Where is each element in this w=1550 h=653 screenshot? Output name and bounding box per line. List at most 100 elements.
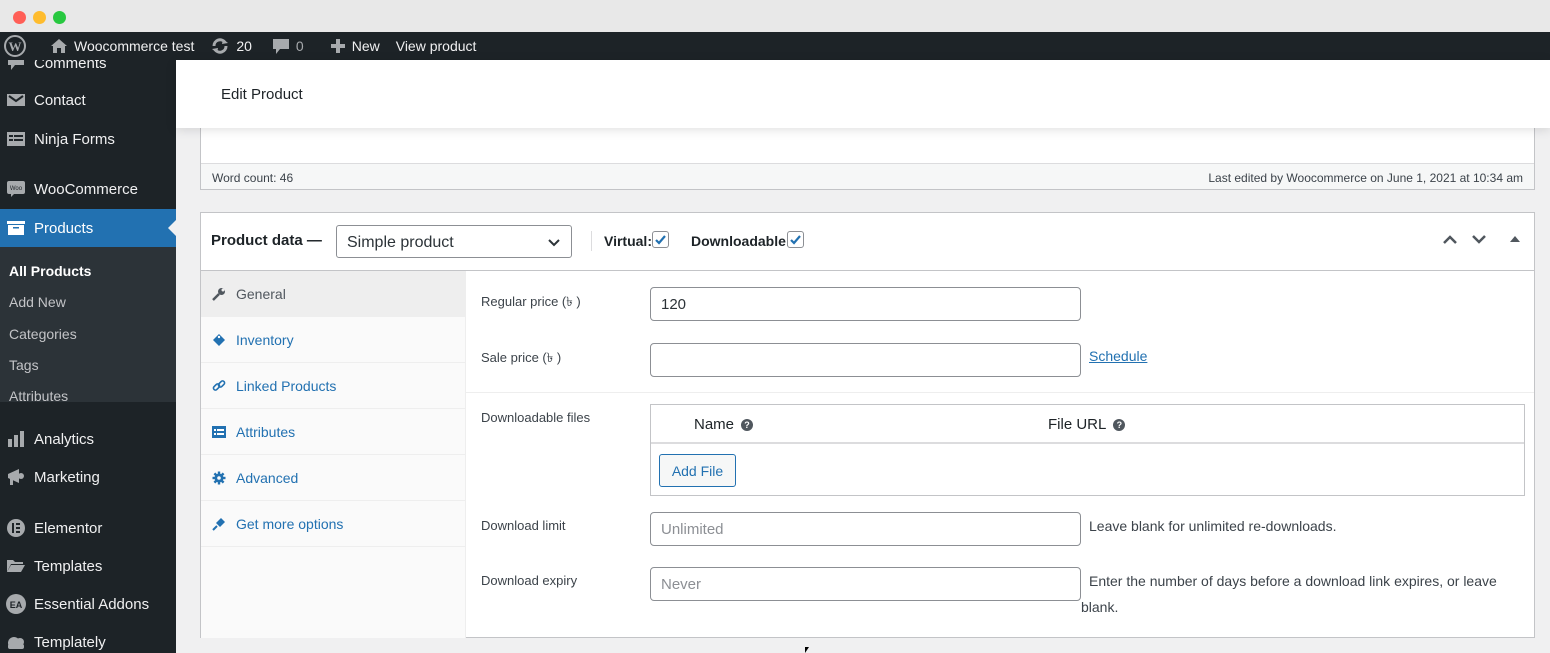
home-icon	[50, 38, 68, 54]
comments-count: 0	[295, 38, 304, 54]
sale-price-label: Sale price (৳ )	[481, 350, 562, 365]
sidebar-item-label: Ninja Forms	[34, 130, 115, 148]
tab-linked-products[interactable]: Linked Products	[201, 363, 466, 409]
sidebar-item-contact[interactable]: Contact	[0, 81, 176, 119]
plugin-icon	[202, 517, 236, 531]
sale-price-input[interactable]	[650, 343, 1081, 377]
megaphone-icon	[0, 468, 34, 486]
triangle-up-icon	[1510, 236, 1520, 242]
window-titlebar	[0, 0, 1550, 32]
schedule-link[interactable]: Schedule	[1089, 348, 1147, 364]
product-data-tabs: General Inventory Linked Products Attrib…	[201, 271, 466, 638]
forms-icon	[0, 131, 34, 147]
checkmark-icon	[655, 235, 666, 245]
sidebar-item-templately[interactable]: Templately	[0, 623, 176, 653]
section-divider	[466, 392, 1534, 393]
submenu-add-new[interactable]: Add New	[9, 294, 66, 310]
sidebar-item-label: Elementor	[34, 519, 103, 537]
submenu-attributes[interactable]: Attributes	[9, 388, 68, 404]
last-edited: Last edited by Woocommerce on June 1, 20…	[1208, 171, 1523, 185]
sidebar-item-ninja-forms[interactable]: Ninja Forms	[0, 120, 176, 158]
mouse-cursor-icon	[805, 647, 809, 653]
sidebar-item-label: Templates	[34, 557, 103, 575]
tab-get-more-options[interactable]: Get more options	[201, 501, 466, 547]
sidebar-item-analytics[interactable]: Analytics	[0, 420, 176, 458]
download-limit-input[interactable]	[650, 512, 1081, 546]
submenu-tags[interactable]: Tags	[9, 357, 39, 373]
woo-icon: Woo	[0, 180, 34, 198]
tab-general[interactable]: General	[201, 271, 466, 317]
sidebar-item-label: Analytics	[34, 430, 95, 448]
download-expiry-input[interactable]	[650, 567, 1081, 601]
window-close-button[interactable]	[13, 11, 26, 24]
virtual-label: Virtual:	[604, 233, 652, 249]
list-icon	[202, 425, 236, 438]
products-submenu: All Products Add New Categories Tags Att…	[0, 247, 176, 404]
sidebar-item-marketing[interactable]: Marketing	[0, 458, 176, 496]
editor-status-bar: Word count: 46 Last edited by Woocommerc…	[201, 163, 1534, 189]
window-minimize-button[interactable]	[33, 11, 46, 24]
window-maximize-button[interactable]	[53, 11, 66, 24]
sidebar-item-label: Contact	[34, 91, 86, 109]
tab-attributes[interactable]: Attributes	[201, 409, 466, 455]
updates-count: 20	[236, 38, 252, 54]
downloadable-files-table: Name ? File URL ? Add File	[650, 404, 1525, 496]
help-icon[interactable]: ?	[1113, 418, 1126, 431]
sidebar-item-elementor[interactable]: Elementor	[0, 509, 176, 547]
wordpress-logo-icon: W	[4, 35, 26, 57]
move-down-button[interactable]	[1471, 233, 1487, 245]
submenu-all-products[interactable]: All Products	[9, 263, 91, 279]
sidebar-item-label: Products	[34, 219, 94, 237]
download-expiry-description: Enter the number of days before a downlo…	[1081, 573, 1497, 615]
folder-icon	[0, 558, 34, 574]
admin-sidebar: Comments Contact Ninja Forms Woo WooComm…	[0, 60, 176, 653]
new-label: New	[351, 38, 380, 54]
download-expiry-label: Download expiry	[481, 573, 578, 588]
sidebar-item-essential-addons[interactable]: EA Essential Addons	[0, 585, 176, 623]
downloadable-checkbox[interactable]	[787, 231, 804, 248]
submenu-categories[interactable]: Categories	[9, 326, 77, 342]
product-type-value: Simple product	[347, 234, 454, 251]
chevron-up-icon	[1443, 235, 1457, 244]
svg-text:EA: EA	[10, 600, 23, 610]
general-panel: Regular price (৳ ) Sale price (৳ ) Sched…	[466, 271, 1534, 638]
link-icon	[202, 379, 236, 393]
add-file-button[interactable]: Add File	[659, 454, 736, 487]
tab-inventory[interactable]: Inventory	[201, 317, 466, 363]
sidebar-item-comments[interactable]: Comments	[0, 60, 176, 82]
tab-advanced[interactable]: Advanced	[201, 455, 466, 501]
product-type-select[interactable]: Simple product	[336, 225, 572, 258]
tab-label: Advanced	[236, 469, 299, 486]
tab-label: Get more options	[236, 515, 344, 532]
column-file-url-label: File URL	[1048, 416, 1107, 433]
page-header: Edit Product	[176, 60, 1550, 128]
sidebar-item-label: Templately	[34, 633, 106, 651]
chevron-down-icon	[1472, 235, 1486, 244]
wordpress-logo-button[interactable]: W	[0, 32, 40, 60]
content-editor: Word count: 46 Last edited by Woocommerc…	[200, 128, 1535, 190]
virtual-checkbox[interactable]	[652, 231, 669, 248]
sidebar-item-products[interactable]: Products	[0, 209, 176, 247]
toggle-panel-button[interactable]	[1509, 233, 1521, 243]
plus-icon	[330, 38, 346, 54]
updates-link[interactable]: 20	[202, 32, 260, 60]
sidebar-item-templates[interactable]: Templates	[0, 547, 176, 585]
tab-label: Attributes	[236, 423, 296, 440]
product-data-metabox: Product data — Simple product Virtual: D…	[200, 212, 1535, 638]
archive-icon	[0, 220, 34, 236]
svg-text:W: W	[9, 39, 22, 54]
comments-link[interactable]: 0	[260, 32, 312, 60]
comment-bubble-icon	[272, 37, 290, 55]
site-name-link[interactable]: Woocommerce test	[40, 32, 202, 60]
sidebar-item-label: Comments	[34, 60, 107, 72]
regular-price-input[interactable]	[650, 287, 1081, 321]
new-content-link[interactable]: New	[312, 32, 388, 60]
sidebar-item-woocommerce[interactable]: Woo WooCommerce	[0, 170, 176, 208]
move-up-button[interactable]	[1442, 233, 1458, 245]
comment-icon	[0, 60, 34, 72]
view-product-link[interactable]: View product	[388, 32, 485, 60]
help-icon[interactable]: ?	[741, 418, 754, 431]
envelope-icon	[0, 92, 34, 108]
product-data-header: Product data — Simple product Virtual: D…	[201, 213, 1534, 271]
checkmark-icon	[790, 235, 801, 245]
